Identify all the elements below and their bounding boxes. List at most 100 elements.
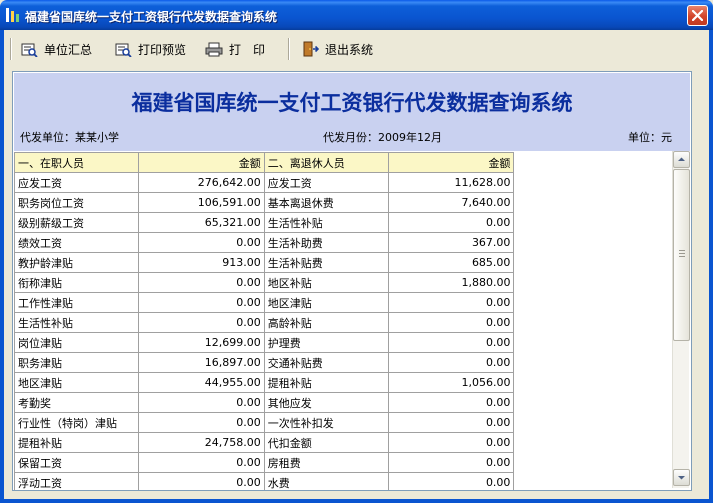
- exit-door-icon: [303, 41, 319, 57]
- report-icon: [21, 43, 38, 57]
- left-item-label: 生活性补贴: [14, 312, 139, 333]
- empty-cell: [514, 273, 674, 293]
- table-row[interactable]: 岗位津贴 12,699.00 护理费 0.00: [14, 332, 674, 353]
- table-row[interactable]: 考勤奖 0.00 其他应发 0.00: [14, 392, 674, 413]
- left-item-amount: 65,321.00: [137, 212, 265, 233]
- right-item-amount: 0.00: [387, 312, 515, 333]
- right-item-amount: 0.00: [387, 392, 515, 413]
- empty-cell: [514, 193, 674, 213]
- unit-summary-button[interactable]: 单位汇总: [21, 39, 92, 59]
- empty-cell: [514, 213, 674, 233]
- pay-month: 代发月份：2009年12月: [323, 131, 442, 144]
- left-item-amount: 276,642.00: [137, 172, 265, 193]
- right-item-amount: 0.00: [387, 412, 515, 433]
- table-row[interactable]: 地区津贴 44,955.00 提租补贴 1,056.00: [14, 372, 674, 393]
- window-title: 福建省国库统一支付工资银行代发数据查询系统: [25, 10, 278, 24]
- right-item-label: 基本离退休费: [263, 192, 389, 213]
- table-row[interactable]: 保留工资 0.00 房租费 0.00: [14, 452, 674, 473]
- print-label: 打 印: [229, 42, 266, 57]
- exit-button[interactable]: 退出系统: [303, 39, 373, 59]
- empty-cell: [514, 353, 674, 373]
- left-item-label: 提租补贴: [14, 432, 139, 453]
- right-item-amount: 0.00: [387, 472, 515, 490]
- right-item-label: 高龄补贴: [263, 312, 389, 333]
- left-item-label: 浮动工资: [14, 472, 139, 490]
- report-title: 福建省国库统一支付工资银行代发数据查询系统: [131, 90, 573, 115]
- print-preview-button[interactable]: 打印预览: [115, 39, 186, 59]
- left-item-label: 绩效工资: [14, 232, 139, 253]
- left-item-label: 岗位津贴: [14, 332, 139, 353]
- table-row[interactable]: 应发工资 276,642.00 应发工资 11,628.00: [14, 172, 674, 193]
- currency-unit: 单位：元: [628, 131, 672, 144]
- left-item-label: 教护龄津贴: [14, 252, 139, 273]
- right-item-amount: 367.00: [387, 232, 515, 253]
- empty-cell: [514, 453, 674, 473]
- right-item-label: 地区津贴: [263, 292, 389, 313]
- table-row[interactable]: 职务岗位工资 106,591.00 基本离退休费 7,640.00: [14, 192, 674, 213]
- right-item-label: 提租补贴: [263, 372, 389, 393]
- header-amount-right: 金额: [387, 152, 515, 173]
- empty-cell: [514, 393, 674, 413]
- right-item-label: 生活性补贴: [263, 212, 389, 233]
- right-item-amount: 1,056.00: [387, 372, 515, 393]
- left-item-label: 应发工资: [14, 172, 139, 193]
- right-item-label: 房租费: [263, 452, 389, 473]
- toolbar: 单位汇总 打印预览 打 印 退出系统: [4, 30, 709, 68]
- exit-label: 退出系统: [325, 42, 374, 57]
- left-item-label: 地区津贴: [14, 372, 139, 393]
- table-row[interactable]: 提租补贴 24,758.00 代扣金额 0.00: [14, 432, 674, 453]
- salary-table: 一、在职人员 金额 二、离退休人员 金额 应发工资 276,642.00 应发工资 1…: [14, 152, 674, 490]
- table-row[interactable]: 工作性津贴 0.00 地区津贴 0.00: [14, 292, 674, 313]
- report-header: 福建省国库统一支付工资银行代发数据查询系统 代发单位：某某小学 代发月份：200…: [14, 73, 690, 151]
- table-row[interactable]: 教护龄津贴 913.00 生活补贴费 685.00: [14, 252, 674, 273]
- right-item-label: 护理费: [263, 332, 389, 353]
- close-button[interactable]: [687, 5, 708, 26]
- arrow-up-icon: [678, 157, 685, 161]
- right-item-amount: 11,628.00: [387, 172, 515, 193]
- right-item-label: 生活补贴费: [263, 252, 389, 273]
- right-item-label: 应发工资: [263, 172, 389, 193]
- table-row[interactable]: 级别薪级工资 65,321.00 生活性补贴 0.00: [14, 212, 674, 233]
- arrow-down-icon: [678, 476, 685, 480]
- left-item-amount: 16,897.00: [137, 352, 265, 373]
- left-item-label: 级别薪级工资: [14, 212, 139, 233]
- empty-cell: [514, 413, 674, 433]
- print-preview-label: 打印预览: [138, 42, 187, 57]
- payer-unit: 代发单位：某某小学: [20, 131, 119, 144]
- right-item-label: 交通补贴费: [263, 352, 389, 373]
- scroll-up-button[interactable]: [673, 151, 690, 168]
- scroll-down-button[interactable]: [673, 469, 690, 486]
- print-button[interactable]: 打 印: [205, 39, 265, 59]
- table-row[interactable]: 衔称津贴 0.00 地区补贴 1,880.00: [14, 272, 674, 293]
- thumb-grip: [679, 250, 685, 257]
- empty-cell: [514, 373, 674, 393]
- right-item-label: 地区补贴: [263, 272, 389, 293]
- right-item-amount: 685.00: [387, 252, 515, 273]
- empty-cell: [514, 333, 674, 353]
- empty-cell: [514, 433, 674, 453]
- left-item-label: 行业性（特岗）津贴: [14, 412, 139, 433]
- left-item-amount: 24,758.00: [137, 432, 265, 453]
- vertical-scrollbar[interactable]: [672, 151, 690, 488]
- left-item-amount: 0.00: [137, 272, 265, 293]
- table-row[interactable]: 职务津贴 16,897.00 交通补贴费 0.00: [14, 352, 674, 373]
- left-item-amount: 0.00: [137, 412, 265, 433]
- header-amount-left: 金额: [137, 152, 265, 173]
- scroll-thumb[interactable]: [673, 169, 690, 341]
- right-item-label: 水费: [263, 472, 389, 490]
- printer-icon: [205, 42, 223, 56]
- right-item-label: 一次性补扣发: [263, 412, 389, 433]
- table-row[interactable]: 浮动工资 0.00 水费 0.00: [14, 472, 674, 490]
- table-row[interactable]: 行业性（特岗）津贴 0.00 一次性补扣发 0.00: [14, 412, 674, 433]
- right-item-label: 代扣金额: [263, 432, 389, 453]
- table-row[interactable]: 绩效工资 0.00 生活补助费 367.00: [14, 232, 674, 253]
- table-row[interactable]: 生活性补贴 0.00 高龄补贴 0.00: [14, 312, 674, 333]
- empty-cell: [514, 253, 674, 273]
- preview-icon: [115, 43, 132, 57]
- left-item-amount: 106,591.00: [137, 192, 265, 213]
- title-bar[interactable]: 福建省国库统一支付工资银行代发数据查询系统: [0, 0, 713, 30]
- right-item-label: 生活补助费: [263, 232, 389, 253]
- left-item-amount: 0.00: [137, 452, 265, 473]
- data-grid[interactable]: 一、在职人员 金额 二、离退休人员 金额 应发工资 276,642.00 应发工资 1…: [14, 152, 674, 490]
- header-serving-staff: 一、在职人员: [14, 152, 139, 173]
